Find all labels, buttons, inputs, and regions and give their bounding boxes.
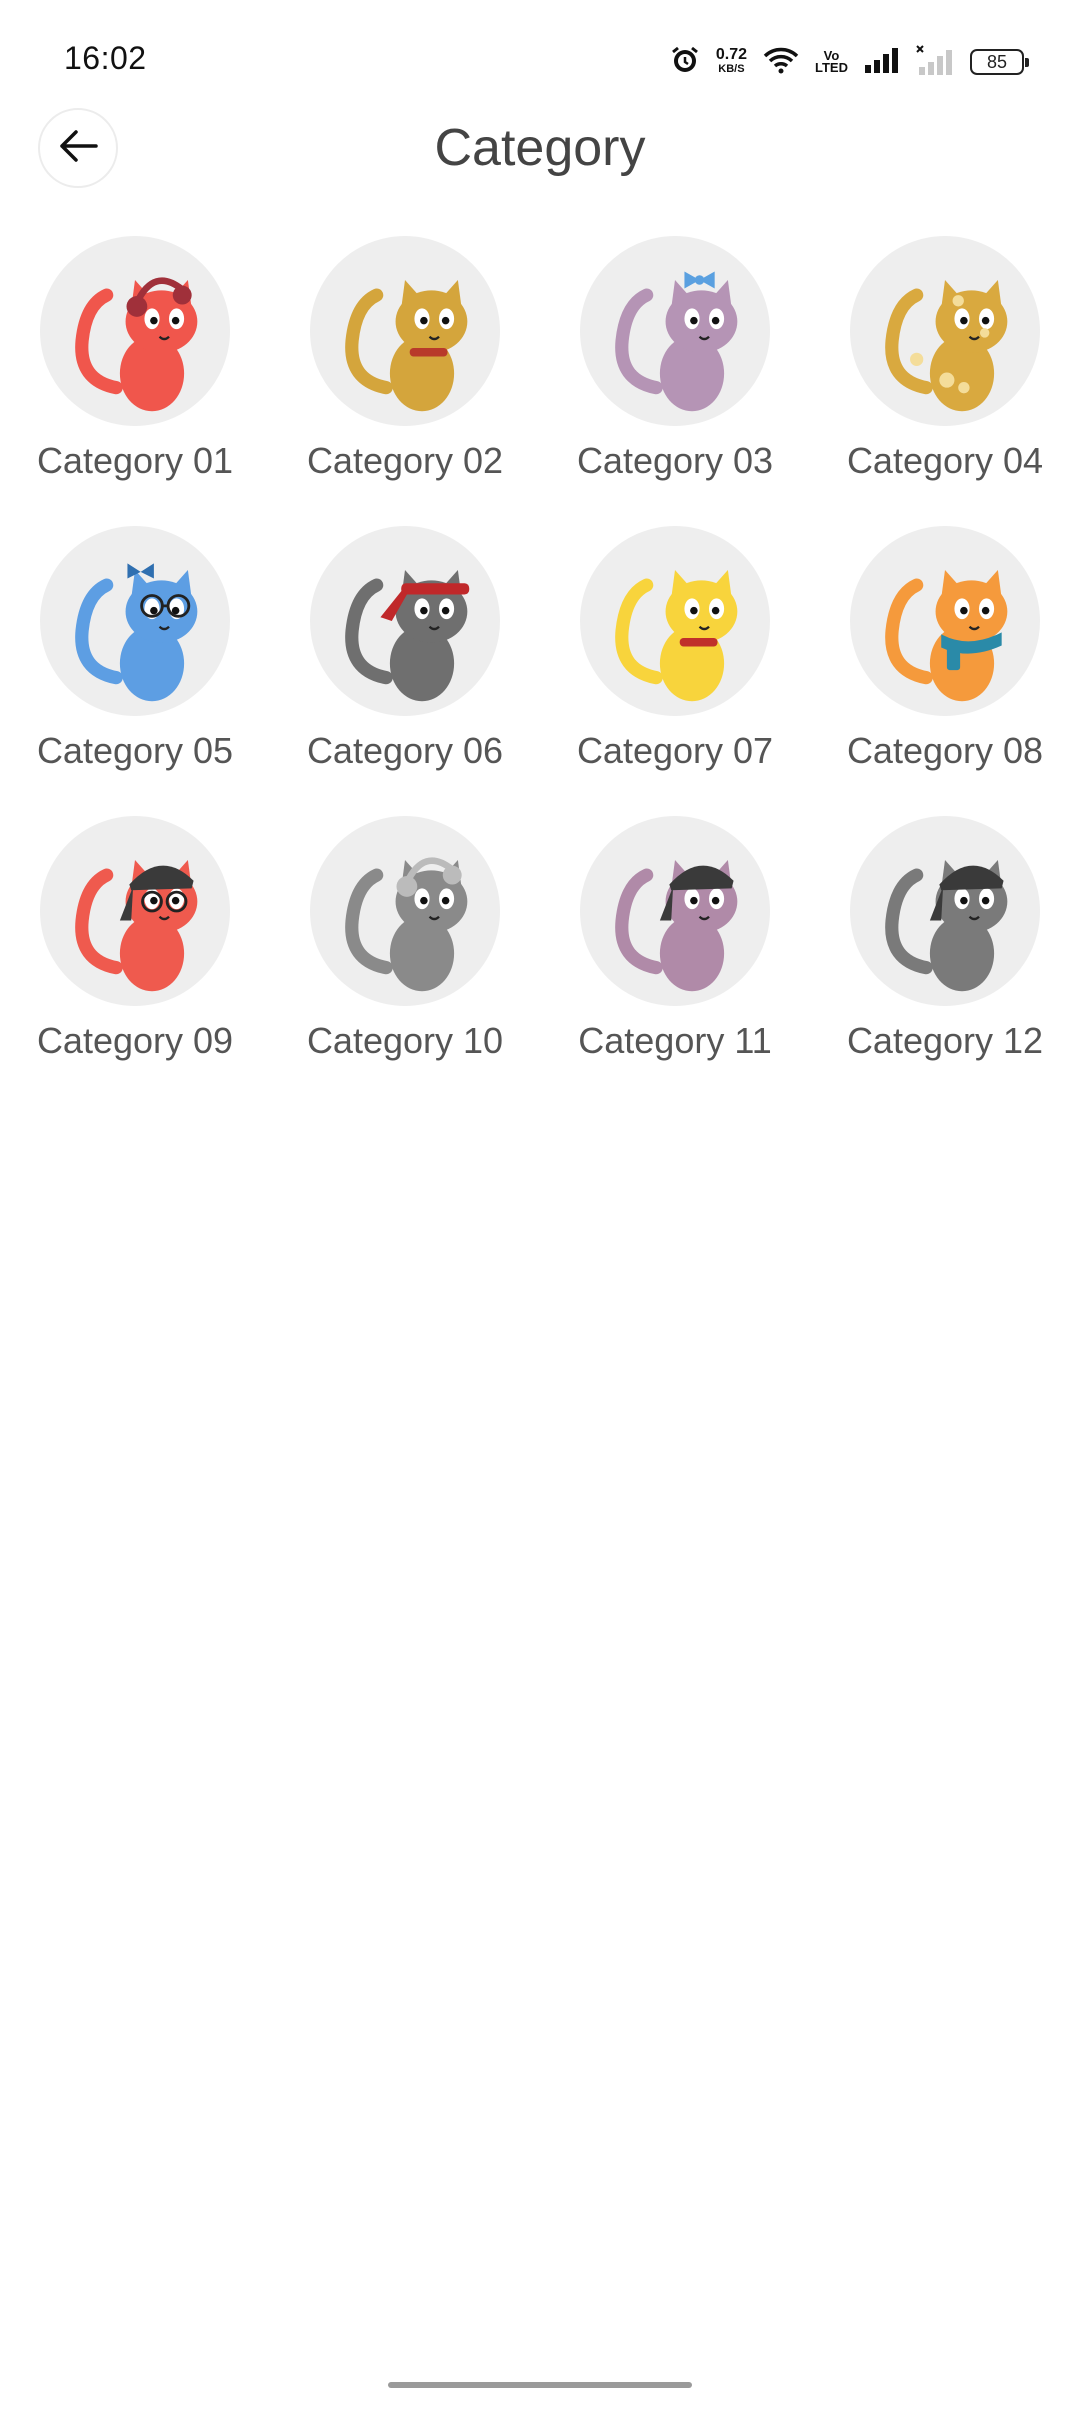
category-label: Category 10 [306, 1020, 504, 1061]
category-label: Category 04 [846, 440, 1044, 481]
category-item[interactable]: Category 07 [540, 526, 810, 816]
net-speed-unit: KB/S [718, 63, 745, 75]
cat-avatar-icon [345, 857, 468, 992]
volte-indicator: Vo LTED [815, 49, 848, 75]
network-speed: 0.72 KB/S [716, 47, 747, 77]
status-icons: 0.72 KB/S Vo LTED 85 [670, 40, 1029, 84]
status-time: 16:02 [64, 40, 147, 76]
page-title: Category [434, 119, 646, 177]
category-item[interactable]: Category 01 [0, 236, 270, 526]
category-label: Category 01 [36, 440, 234, 481]
category-item[interactable]: Category 10 [270, 816, 540, 1106]
category-thumbnail[interactable] [850, 526, 1040, 716]
signal-no-service-icon [916, 44, 954, 80]
category-label: Category 08 [846, 730, 1044, 771]
category-item[interactable]: Category 03 [540, 236, 810, 526]
category-label: Category 09 [36, 1020, 234, 1061]
signal-icon [864, 47, 900, 78]
volte-line2: LTED [815, 60, 848, 75]
category-label: Category 03 [576, 440, 774, 481]
cat-avatar-icon [615, 860, 738, 992]
category-item[interactable]: Category 02 [270, 236, 540, 526]
category-item[interactable]: Category 04 [810, 236, 1080, 526]
category-thumbnail[interactable] [850, 236, 1040, 426]
category-thumbnail[interactable] [310, 816, 500, 1006]
cat-avatar-icon [75, 563, 198, 702]
category-grid: Category 01 Category 02 Category 03 Categor… [0, 236, 1080, 1106]
battery-level: 85 [986, 51, 1008, 72]
category-thumbnail[interactable] [40, 236, 230, 426]
category-label: Category 06 [306, 730, 504, 771]
category-item[interactable]: Category 09 [0, 816, 270, 1106]
cat-avatar-icon [345, 570, 470, 702]
category-thumbnail[interactable] [850, 816, 1040, 1006]
cat-avatar-icon [885, 570, 1008, 702]
category-item[interactable]: Category 06 [270, 526, 540, 816]
wifi-icon [763, 46, 799, 79]
category-thumbnail[interactable] [310, 526, 500, 716]
net-speed-value: 0.72 [715, 46, 748, 63]
cat-avatar-icon [885, 860, 1008, 992]
cat-avatar-icon [345, 280, 468, 412]
category-thumbnail[interactable] [580, 236, 770, 426]
cat-avatar-icon [885, 280, 1008, 412]
category-item[interactable]: Category 05 [0, 526, 270, 816]
category-label: Category 12 [846, 1020, 1044, 1061]
home-indicator[interactable] [388, 2382, 692, 2388]
category-label: Category 02 [306, 440, 504, 481]
category-item[interactable]: Category 08 [810, 526, 1080, 816]
alarm-icon [670, 45, 700, 80]
cat-avatar-icon [75, 277, 198, 412]
battery-icon: 85 [970, 49, 1029, 75]
category-thumbnail[interactable] [40, 816, 230, 1006]
header: Category [0, 100, 1080, 200]
category-thumbnail[interactable] [580, 526, 770, 716]
cat-avatar-icon [75, 860, 198, 992]
category-thumbnail[interactable] [310, 236, 500, 426]
category-item[interactable]: Category 12 [810, 816, 1080, 1106]
cat-avatar-icon [615, 271, 738, 412]
category-label: Category 11 [578, 1020, 772, 1061]
category-thumbnail[interactable] [40, 526, 230, 716]
category-label: Category 07 [576, 730, 774, 771]
category-item[interactable]: Category 11 [540, 816, 810, 1106]
cat-avatar-icon [615, 570, 738, 702]
category-thumbnail[interactable] [580, 816, 770, 1006]
category-label: Category 05 [36, 730, 234, 771]
